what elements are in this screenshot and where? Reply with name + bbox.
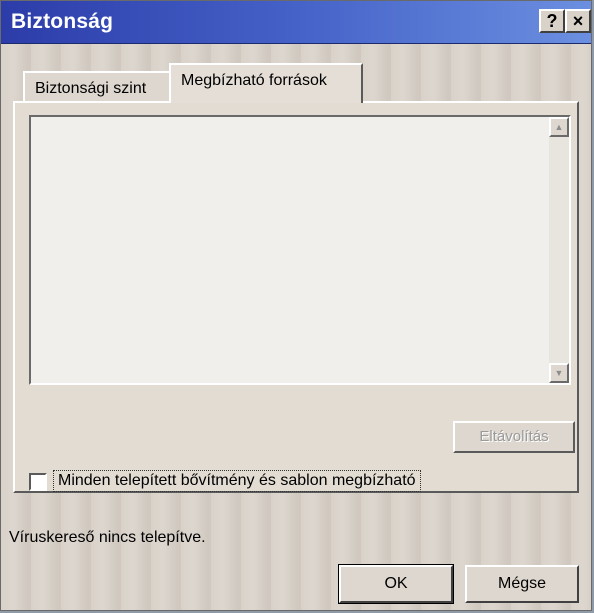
trust-all-checkbox-label[interactable]: Minden telepített bővítmény és sablon me… — [53, 470, 421, 492]
arrow-up-icon: ▲ — [554, 122, 564, 132]
tab-trusted-sources[interactable]: Megbízható források — [169, 63, 363, 103]
vertical-scrollbar[interactable]: ▲ ▼ — [549, 117, 569, 383]
scroll-down-button[interactable]: ▼ — [549, 363, 569, 383]
trust-all-checkbox[interactable] — [29, 473, 47, 491]
tab-security-level-label: Biztonsági szint — [35, 80, 147, 97]
security-dialog: Biztonság ? × Biztonsági szint Megbízhat… — [0, 0, 592, 611]
tab-trusted-sources-label: Megbízható források — [181, 72, 327, 89]
arrow-down-icon: ▼ — [554, 368, 564, 378]
close-icon: × — [572, 11, 584, 31]
scroll-up-button[interactable]: ▲ — [549, 117, 569, 137]
help-icon: ? — [546, 11, 558, 31]
remove-button[interactable]: Eltávolítás — [453, 421, 575, 453]
antivirus-status-text: Víruskereső nincs telepítve. — [9, 529, 206, 546]
cancel-button[interactable]: Mégse — [465, 565, 579, 603]
help-button[interactable]: ? — [539, 9, 565, 33]
title-bar[interactable]: Biztonság ? × — [1, 1, 591, 44]
window-title: Biztonság — [11, 10, 114, 33]
trusted-sources-list[interactable]: ▲ ▼ — [29, 115, 571, 385]
close-button[interactable]: × — [565, 9, 591, 33]
ok-button[interactable]: OK — [338, 564, 454, 604]
tab-security-level[interactable]: Biztonsági szint — [23, 71, 171, 101]
